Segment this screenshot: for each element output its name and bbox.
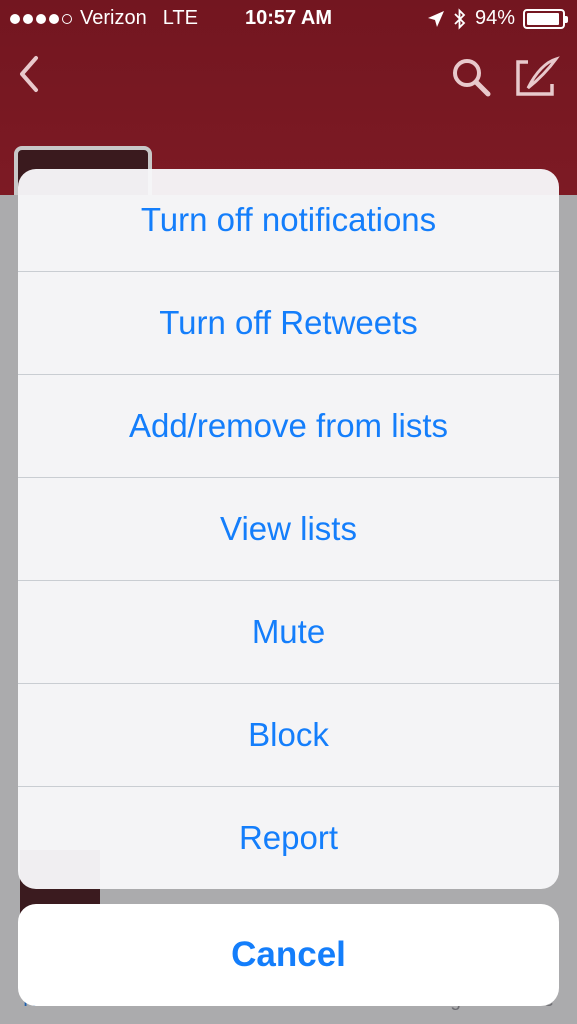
location-arrow-icon bbox=[427, 10, 444, 27]
turn-off-notifications-button[interactable]: Turn off notifications bbox=[18, 169, 559, 272]
add-remove-lists-button[interactable]: Add/remove from lists bbox=[18, 375, 559, 478]
battery-percent: 94% bbox=[474, 7, 515, 29]
compose-icon[interactable] bbox=[514, 56, 560, 98]
view-lists-button[interactable]: View lists bbox=[18, 478, 559, 581]
mute-button[interactable]: Mute bbox=[18, 581, 559, 684]
report-button[interactable]: Report bbox=[18, 787, 559, 889]
block-button[interactable]: Block bbox=[18, 684, 559, 787]
battery-icon bbox=[523, 8, 568, 29]
status-bar: Verizon LTE 10:57 AM 94% bbox=[0, 0, 577, 38]
turn-off-retweets-button[interactable]: Turn off Retweets bbox=[18, 272, 559, 375]
action-sheet: Turn off notifications Turn off Retweets… bbox=[18, 169, 559, 889]
cancel-button[interactable]: Cancel bbox=[18, 904, 559, 1006]
search-icon[interactable] bbox=[450, 56, 492, 98]
bluetooth-icon bbox=[454, 7, 466, 30]
back-chevron-icon[interactable] bbox=[14, 52, 44, 96]
battery-level-fill bbox=[527, 12, 559, 25]
status-right: 94% bbox=[427, 7, 568, 30]
